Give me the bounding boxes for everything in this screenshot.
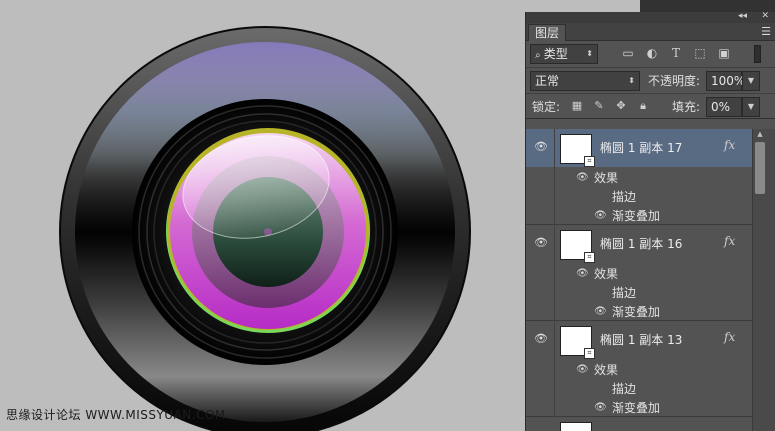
lock-transparent-icon[interactable]: ▦ [570, 99, 584, 113]
type-filter-icon[interactable]: T [668, 45, 684, 61]
search-icon: ⌕ [535, 50, 544, 61]
filter-kind-value: 类型 [543, 47, 568, 61]
layers-list: 👁︎ ⌗ 椭圆 1 副本 17 fx 👁︎ 效果 描边 👁︎ 渐变叠加 👁︎ ⌗… [526, 129, 752, 431]
filter-toggle[interactable] [754, 45, 761, 63]
eye-icon[interactable]: 👁︎ [576, 172, 589, 183]
filter-kind-dropdown[interactable]: ⌕ 类型 ⬍ [530, 44, 598, 64]
close-icon[interactable]: ✕ [761, 11, 769, 21]
layer-header[interactable]: 👁︎ ⌗ 椭圆 1 副本 17 fx [526, 129, 752, 167]
layer-header[interactable]: 👁︎ ⌗ 椭圆 1 副本 16 fx [526, 225, 752, 263]
opacity-dropdown-button[interactable]: ▼ [742, 71, 760, 91]
lock-move-icon[interactable]: ✥ [614, 99, 628, 113]
fx-icon[interactable]: fx [724, 234, 735, 248]
divider [554, 225, 555, 321]
eye-icon[interactable]: 👁︎ [534, 237, 548, 249]
filter-row: ⌕ 类型 ⬍ ▭ ◐ T ⬚ ▣ [526, 41, 775, 67]
effect-stroke[interactable]: 描边 [612, 284, 636, 301]
fill-dropdown-button[interactable]: ▼ [742, 97, 760, 117]
effects-label: 效果 [594, 267, 619, 281]
scrollbar-thumb[interactable] [755, 142, 765, 194]
chevron-updown-icon: ⬍ [586, 49, 593, 58]
blend-mode-dropdown[interactable]: 正常 ⬍ [530, 71, 640, 91]
layers-panel: ◂◂ ✕ 图层 ☰ ⌕ 类型 ⬍ ▭ ◐ T ⬚ ▣ 正常 ⬍ 不透明度: 10… [525, 11, 775, 431]
opacity-input[interactable]: 100% [706, 71, 745, 91]
layer-row[interactable]: 👁︎ ⌗ 椭圆 1 副本 17 fx 👁︎ 效果 描边 👁︎ 渐变叠加 [526, 129, 752, 225]
lock-row: 锁定: ▦ ✎ ✥ 🔒︎ 填充: 0% ▼ [526, 93, 775, 119]
eye-icon[interactable]: 👁︎ [594, 210, 607, 221]
fill-label: 填充: [672, 100, 701, 114]
shape-filter-icon[interactable]: ⬚ [692, 45, 708, 61]
layer-row[interactable]: 👁︎ ⌗ 椭圆 1 副本 16 fx 👁︎ 效果 描边 👁︎ 渐变叠加 [526, 225, 752, 321]
layer-row[interactable]: 👁︎ ⌗ 椭圆 1 副本 13 fx 👁︎ 效果 描边 👁︎ 渐变叠加 [526, 321, 752, 417]
layer-name[interactable]: 椭圆 1 副本 17 [600, 139, 682, 156]
effects-label: 效果 [594, 363, 619, 377]
layer-thumbnail[interactable]: ⌗ [560, 230, 595, 263]
layer-header[interactable]: 👁︎ ⌗ 椭圆 1 副本 13 fx [526, 321, 752, 359]
image-filter-icon[interactable]: ▭ [620, 45, 636, 61]
divider [554, 321, 555, 417]
shape-layer-badge-icon: ⌗ [584, 348, 595, 359]
layer-name[interactable]: 椭圆 1 副本 13 [600, 331, 682, 348]
layer-name[interactable]: 椭圆 1 副本 16 [600, 235, 682, 252]
layer-thumbnail[interactable]: ⌗ [560, 326, 595, 359]
workspace-gutter [640, 0, 775, 12]
document-canvas[interactable]: 思缘设计论坛 WWW.MISSYUAN.COM [0, 0, 525, 431]
smart-object-filter-icon[interactable]: ▣ [716, 45, 732, 61]
tab-layers[interactable]: 图层 [528, 24, 567, 41]
layer-thumbnail[interactable] [560, 422, 592, 431]
eye-icon[interactable]: 👁︎ [576, 268, 589, 279]
effect-gradient-overlay[interactable]: 渐变叠加 [612, 303, 660, 320]
shape-layer-badge-icon: ⌗ [584, 156, 595, 167]
scroll-up-icon[interactable]: ▲ [755, 130, 765, 140]
eye-icon[interactable]: 👁︎ [594, 402, 607, 413]
effect-gradient-overlay[interactable]: 渐变叠加 [612, 399, 660, 416]
lock-label: 锁定: [532, 100, 561, 114]
panel-tab-bar: 图层 ☰ [526, 23, 775, 41]
watermark: 思缘设计论坛 WWW.MISSYUAN.COM [6, 408, 226, 422]
blend-row: 正常 ⬍ 不透明度: 100% ▼ [526, 67, 775, 93]
effect-stroke[interactable]: 描边 [612, 188, 636, 205]
layer-thumbnail[interactable]: ⌗ [560, 134, 595, 167]
panel-title-bar: ◂◂ ✕ [526, 11, 775, 23]
eye-icon[interactable]: 👁︎ [594, 306, 607, 317]
adjustment-filter-icon[interactable]: ◐ [644, 45, 660, 61]
fx-icon[interactable]: fx [724, 330, 735, 344]
divider [554, 129, 555, 225]
opacity-label: 不透明度: [648, 74, 701, 88]
effect-stroke[interactable]: 描边 [612, 380, 636, 397]
chevron-updown-icon: ⬍ [628, 76, 635, 85]
camera-lens-artwork [59, 26, 471, 431]
eye-icon[interactable]: 👁︎ [534, 333, 548, 345]
effects-label: 效果 [594, 171, 619, 185]
shape-layer-badge-icon: ⌗ [584, 252, 595, 263]
eye-icon[interactable]: 👁︎ [576, 364, 589, 375]
collapse-icon[interactable]: ◂◂ [738, 11, 747, 21]
lock-all-icon[interactable]: 🔒︎ [636, 99, 650, 113]
effect-gradient-overlay[interactable]: 渐变叠加 [612, 207, 660, 224]
lock-paint-icon[interactable]: ✎ [592, 99, 606, 113]
panel-menu-icon[interactable]: ☰ [761, 25, 771, 38]
layer-row-partial[interactable] [526, 417, 752, 431]
fx-icon[interactable]: fx [724, 138, 735, 152]
eye-icon[interactable]: 👁︎ [534, 141, 548, 153]
blend-mode-value: 正常 [535, 74, 560, 88]
fill-input[interactable]: 0% [706, 97, 742, 117]
